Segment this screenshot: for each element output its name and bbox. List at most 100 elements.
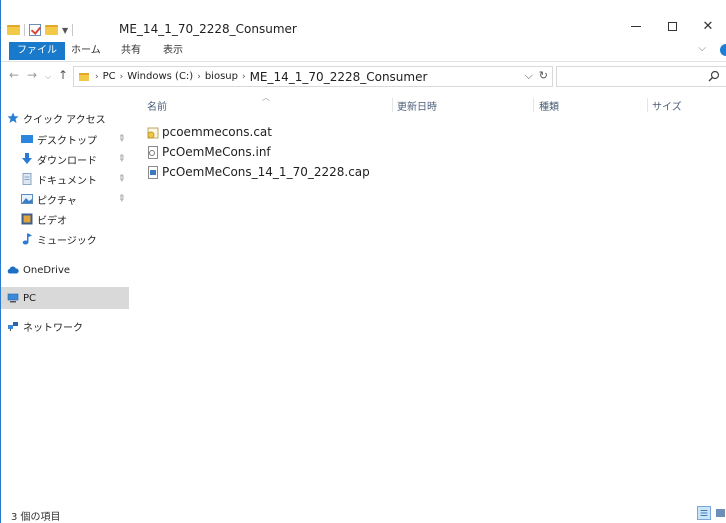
cloud-icon bbox=[7, 266, 19, 274]
file-row[interactable]: PcOemMeCons_14_1_70_2228.cap bbox=[147, 162, 370, 182]
download-icon bbox=[22, 153, 32, 164]
customize-toolbar-icon[interactable]: ▼ bbox=[62, 26, 68, 35]
nav-label: ミュージック bbox=[37, 235, 97, 247]
expand-ribbon-icon[interactable]: ⌵ bbox=[698, 43, 706, 54]
column-header-name[interactable]: 名前 bbox=[147, 98, 167, 113]
chevron-right-icon[interactable]: › bbox=[240, 72, 248, 82]
nav-item-network[interactable]: ネットワーク bbox=[1, 316, 129, 336]
back-arrow-icon[interactable]: ← bbox=[9, 68, 19, 82]
file-row[interactable]: PcOemMeCons.inf bbox=[147, 142, 271, 162]
file-row[interactable]: pcoemmecons.cat bbox=[147, 122, 272, 142]
document-icon bbox=[22, 173, 32, 185]
help-icon[interactable] bbox=[720, 44, 726, 56]
nav-label: ダウンロード bbox=[37, 155, 97, 167]
toolbar-separator bbox=[72, 24, 74, 36]
nav-label: ネットワーク bbox=[23, 322, 83, 334]
tab-share[interactable]: 共有 bbox=[113, 42, 149, 60]
pin-icon[interactable]: ✎ bbox=[115, 153, 127, 165]
breadcrumb-current[interactable]: ME_14_1_70_2228_Consumer bbox=[248, 70, 430, 84]
ribbon-tabs: ファイル ホーム 共有 表示 ⌵ bbox=[1, 40, 726, 62]
folder-icon bbox=[79, 72, 89, 81]
folder-icon bbox=[7, 25, 20, 35]
column-divider[interactable] bbox=[533, 98, 534, 112]
breadcrumb-pc[interactable]: PC bbox=[101, 71, 118, 82]
properties-icon[interactable] bbox=[29, 24, 41, 36]
address-dropdown-icon[interactable]: ⌵ bbox=[524, 69, 532, 83]
window-controls: ✕ bbox=[618, 15, 726, 37]
nav-item-onedrive[interactable]: OneDrive bbox=[1, 260, 129, 280]
file-list: ︿ 名前 更新日時 種類 サイズ pcoemmecons.cat PcOemMe… bbox=[129, 92, 726, 482]
quick-access-toolbar: ▼ bbox=[7, 22, 74, 38]
star-icon bbox=[7, 112, 19, 123]
window-title: ME_14_1_70_2228_Consumer bbox=[119, 22, 297, 36]
title-bar: ▼ ME_14_1_70_2228_Consumer ✕ bbox=[1, 0, 726, 40]
minimize-icon bbox=[631, 25, 641, 27]
nav-label: ピクチャ bbox=[37, 195, 77, 207]
video-icon bbox=[21, 213, 33, 225]
tab-file[interactable]: ファイル bbox=[9, 42, 65, 60]
pin-icon[interactable]: ✎ bbox=[115, 193, 127, 205]
tab-view[interactable]: 表示 bbox=[155, 42, 191, 60]
explorer-window: ▼ ME_14_1_70_2228_Consumer ✕ ファイル ホーム 共有… bbox=[0, 0, 726, 523]
new-folder-icon[interactable] bbox=[45, 25, 58, 35]
catalog-file-icon bbox=[147, 127, 159, 138]
pin-icon[interactable]: ✎ bbox=[115, 133, 127, 145]
nav-item-videos[interactable]: ビデオ bbox=[1, 209, 129, 229]
column-divider[interactable] bbox=[392, 98, 393, 112]
up-arrow-icon[interactable]: ↑ bbox=[58, 68, 68, 82]
status-bar: 3 個の項目 bbox=[1, 505, 726, 523]
chevron-right-icon[interactable]: › bbox=[118, 72, 126, 82]
nav-label: PC bbox=[23, 292, 37, 304]
computer-icon bbox=[7, 293, 19, 303]
nav-label: ドキュメント bbox=[37, 175, 97, 187]
desktop-icon bbox=[21, 135, 33, 143]
refresh-icon[interactable]: ↻ bbox=[539, 69, 548, 83]
minimize-button[interactable] bbox=[618, 15, 654, 37]
file-name: PcOemMeCons_14_1_70_2228.cap bbox=[162, 165, 370, 179]
nav-item-downloads[interactable]: ダウンロード ✎ bbox=[1, 149, 129, 169]
details-view-icon[interactable] bbox=[697, 506, 711, 520]
large-icons-view-icon[interactable] bbox=[715, 506, 726, 520]
recent-locations-icon[interactable]: ⌵ bbox=[45, 72, 51, 82]
cap-file-icon bbox=[148, 165, 158, 179]
nav-item-music[interactable]: ミュージック bbox=[1, 229, 129, 249]
nav-item-pc[interactable]: PC bbox=[1, 287, 129, 309]
sort-ascending-icon: ︿ bbox=[262, 93, 270, 102]
tab-home[interactable]: ホーム bbox=[63, 42, 109, 60]
network-icon bbox=[8, 322, 18, 331]
nav-item-documents[interactable]: ドキュメント ✎ bbox=[1, 169, 129, 189]
address-actions: ⌵ ↻ bbox=[524, 69, 548, 83]
music-note-icon bbox=[22, 233, 32, 245]
nav-item-desktop[interactable]: デスクトップ ✎ bbox=[1, 129, 129, 149]
search-icon bbox=[708, 70, 720, 82]
forward-arrow-icon[interactable]: → bbox=[27, 68, 37, 82]
nav-item-pictures[interactable]: ピクチャ ✎ bbox=[1, 189, 129, 209]
item-count: 3 個の項目 bbox=[11, 512, 61, 523]
chevron-right-icon[interactable]: › bbox=[195, 72, 203, 82]
search-input[interactable] bbox=[556, 66, 726, 87]
toolbar-separator bbox=[24, 24, 25, 36]
address-bar[interactable]: › PC › Windows (C:) › biosup › ME_14_1_7… bbox=[73, 66, 553, 87]
nav-label: デスクトップ bbox=[37, 135, 97, 147]
column-header-type[interactable]: 種類 bbox=[539, 98, 559, 113]
column-divider[interactable] bbox=[647, 98, 648, 112]
maximize-button[interactable] bbox=[654, 15, 690, 37]
chevron-right-icon[interactable]: › bbox=[93, 72, 101, 82]
file-name: PcOemMeCons.inf bbox=[162, 145, 271, 159]
file-name: pcoemmecons.cat bbox=[162, 125, 272, 139]
column-header-date[interactable]: 更新日時 bbox=[397, 98, 437, 113]
column-header-size[interactable]: サイズ bbox=[652, 98, 682, 113]
nav-label: クイック アクセス bbox=[23, 114, 106, 126]
navigation-bar: ← → ⌵ ↑ › PC › Windows (C:) › biosup › M… bbox=[1, 65, 726, 89]
breadcrumb-drive[interactable]: Windows (C:) bbox=[125, 71, 195, 82]
close-button[interactable]: ✕ bbox=[690, 15, 726, 37]
pin-icon[interactable]: ✎ bbox=[115, 173, 127, 185]
pictures-icon bbox=[21, 194, 33, 204]
maximize-icon bbox=[667, 21, 677, 31]
inf-file-icon bbox=[148, 145, 158, 159]
nav-item-quick-access[interactable]: クイック アクセス bbox=[1, 108, 129, 128]
nav-label: OneDrive bbox=[23, 264, 71, 276]
nav-label: ビデオ bbox=[37, 215, 67, 227]
navigation-pane: クイック アクセス デスクトップ ✎ ダウンロード ✎ ドキュメント ✎ ピクチ… bbox=[1, 92, 129, 482]
breadcrumb-biosup[interactable]: biosup bbox=[203, 71, 240, 82]
